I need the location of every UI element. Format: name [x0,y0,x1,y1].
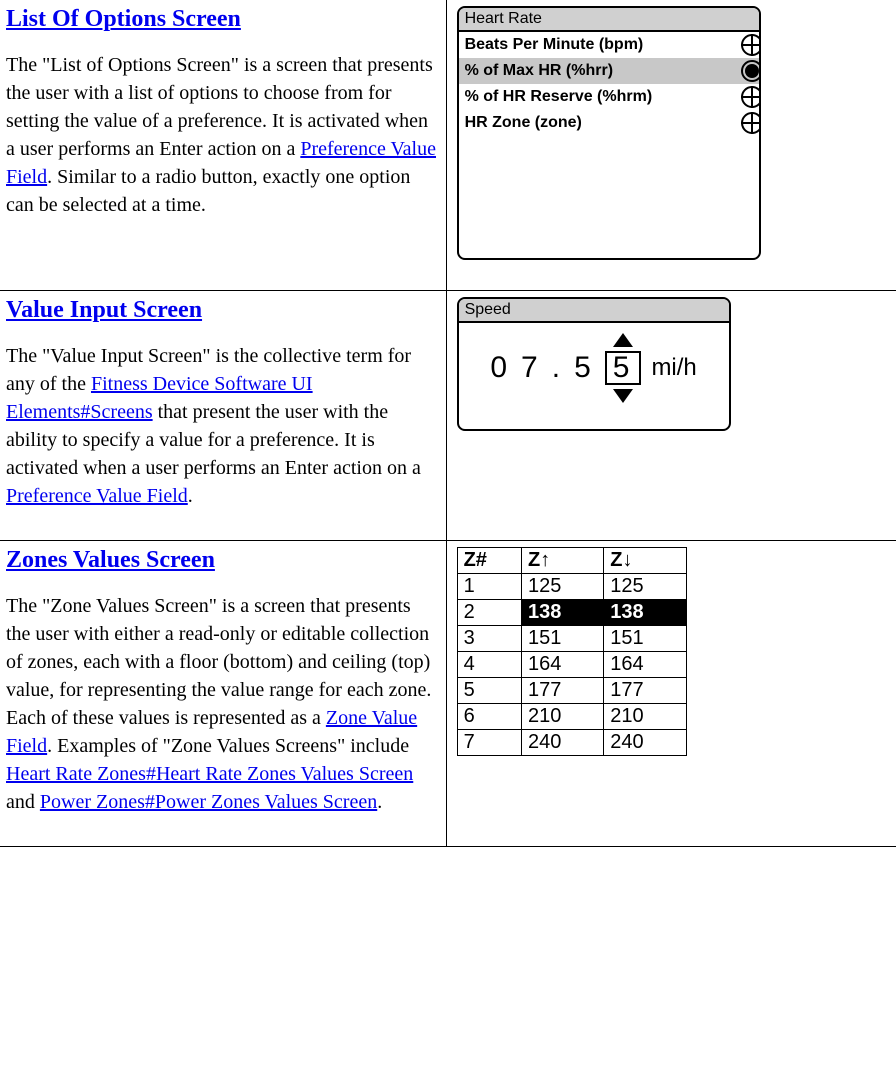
zones-header-up: Z↑ [522,548,604,574]
zone-number: 2 [457,600,521,626]
heading-link-zones-values[interactable]: Zones Values Screen [6,547,215,573]
zone-up-value[interactable]: 164 [522,652,604,678]
section-paragraph: The "Zone Values Screen" is a screen tha… [6,592,440,816]
zone-down-value[interactable]: 138 [604,600,686,626]
zone-down-value[interactable]: 240 [604,730,686,756]
zone-down-value[interactable]: 125 [604,574,686,600]
zone-number: 1 [457,574,521,600]
zone-down-value[interactable]: 177 [604,678,686,704]
zone-up-value[interactable]: 151 [522,626,604,652]
hr-option[interactable]: % of HR Reserve (%hrm) [459,84,759,110]
zone-number: 5 [457,678,521,704]
link-power-zones-values-screen[interactable]: Power Zones#Power Zones Values Screen [40,791,377,813]
heading-link-list-of-options[interactable]: List Of Options Screen [6,6,241,32]
illustration-heart-rate: Heart Rate Beats Per Minute (bpm) % of Ma… [446,0,896,291]
unit-label: mi/h [651,354,696,382]
zone-down-value[interactable]: 210 [604,704,686,730]
table-row: 2138138 [457,600,686,626]
hr-option[interactable]: HR Zone (zone) [459,110,759,136]
digit: 5 [574,351,595,385]
zone-up-value[interactable]: 125 [522,574,604,600]
hr-option-label: % of HR Reserve (%hrm) [465,88,653,106]
device-titlebar: Heart Rate [459,8,759,32]
link-heart-rate-zones-values-screen[interactable]: Heart Rate Zones#Heart Rate Zones Values… [6,763,413,785]
digit: 7 [521,351,542,385]
table-row: 5177177 [457,678,686,704]
digit: 0 [490,351,511,385]
zone-up-value[interactable]: 138 [522,600,604,626]
section-paragraph: The "List of Options Screen" is a screen… [6,51,440,219]
table-row: 6210210 [457,704,686,730]
heading-link-value-input[interactable]: Value Input Screen [6,297,202,323]
device-titlebar: Speed [459,299,729,323]
zone-number: 7 [457,730,521,756]
table-row: 4164164 [457,652,686,678]
digit-selected: 5 [605,351,642,385]
radio-selected-icon[interactable] [741,60,761,82]
digit-stepper[interactable]: 5 [605,333,642,403]
zones-header-number: Z# [457,548,521,574]
hr-option-label: Beats Per Minute (bpm) [465,36,644,54]
zone-up-value[interactable]: 177 [522,678,604,704]
decimal-point: . [552,351,564,385]
hr-option-label: HR Zone (zone) [465,114,582,132]
section-value-input: Value Input Screen The "Value Input Scre… [0,291,446,541]
hr-option[interactable]: Beats Per Minute (bpm) [459,32,759,58]
device-mock-heart-rate: Heart Rate Beats Per Minute (bpm) % of Ma… [457,6,761,260]
zone-down-value[interactable]: 164 [604,652,686,678]
link-preference-value-field[interactable]: Preference Value Field [6,485,188,507]
zones-table: Z# Z↑ Z↓ 1125125213813831511514164164517… [457,547,687,756]
table-row: 3151151 [457,626,686,652]
radio-empty-icon[interactable] [741,34,761,56]
radio-empty-icon[interactable] [741,86,761,108]
section-list-of-options: List Of Options Screen The "List of Opti… [0,0,446,291]
arrow-down-icon[interactable] [613,389,633,403]
hr-option-label: % of Max HR (%hrr) [465,62,613,80]
section-paragraph: The "Value Input Screen" is the collecti… [6,342,440,510]
section-zones-values: Zones Values Screen The "Zone Values Scr… [0,541,446,847]
zone-up-value[interactable]: 210 [522,704,604,730]
zone-number: 3 [457,626,521,652]
zone-down-value[interactable]: 151 [604,626,686,652]
table-row: 1125125 [457,574,686,600]
illustration-zones-table: Z# Z↑ Z↓ 1125125213813831511514164164517… [446,541,896,847]
radio-empty-icon[interactable] [741,112,761,134]
hr-option[interactable]: % of Max HR (%hrr) [459,58,759,84]
zone-number: 6 [457,704,521,730]
zone-up-value[interactable]: 240 [522,730,604,756]
illustration-speed: Speed 0 7 . 5 5 mi/h [446,291,896,541]
zone-number: 4 [457,652,521,678]
table-row: 7240240 [457,730,686,756]
device-mock-speed: Speed 0 7 . 5 5 mi/h [457,297,731,431]
zones-header-down: Z↓ [604,548,686,574]
arrow-up-icon[interactable] [613,333,633,347]
